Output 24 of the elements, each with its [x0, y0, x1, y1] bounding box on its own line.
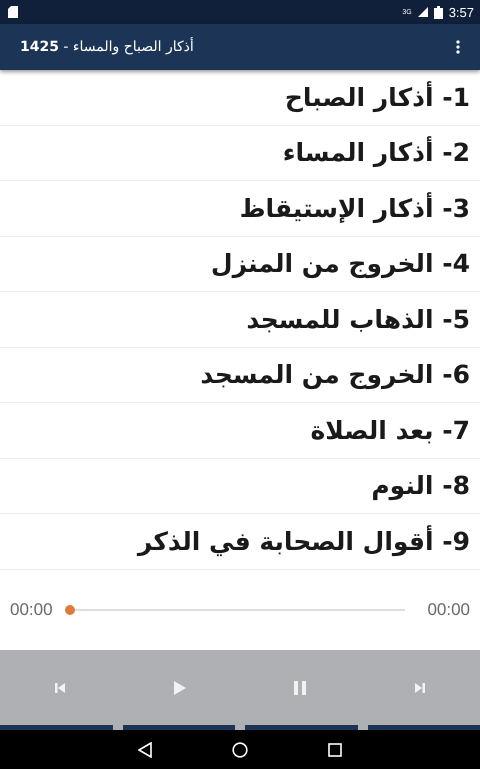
skip-next-icon	[414, 682, 426, 694]
seek-thumb[interactable]	[64, 605, 75, 615]
list-item[interactable]: 7- بعد الصلاة	[310, 416, 470, 445]
list-item[interactable]: 4- الخروج من المنزل	[210, 249, 470, 278]
recents-button[interactable]	[328, 742, 342, 756]
more-icon	[456, 40, 460, 54]
battery-icon	[434, 6, 443, 18]
duration-time: 00:00	[427, 600, 470, 620]
clock: 3:57	[448, 4, 474, 20]
list-item[interactable]: 2- أذكار المساء	[282, 138, 470, 168]
list-item[interactable]: 9- أقوال الصحابة في الذكر	[138, 526, 470, 556]
skip-previous-icon	[54, 682, 66, 694]
list-item[interactable]: 1- أذكار الصباح	[284, 82, 470, 112]
list-item[interactable]: 5- الذهاب للمسجد	[246, 304, 470, 334]
list-item[interactable]: 3- أذكار الإستيقاظ	[240, 194, 470, 223]
elapsed-time: 00:00	[10, 600, 53, 620]
list-item[interactable]: 6- الخروج من المسجد	[200, 360, 470, 390]
sd-card-icon	[8, 6, 18, 18]
play-icon	[173, 680, 187, 696]
home-button[interactable]	[232, 742, 248, 758]
list-item[interactable]: 8- النوم	[371, 471, 470, 500]
pause-icon	[293, 680, 307, 694]
back-button[interactable]	[138, 742, 152, 758]
signal-icon	[418, 7, 428, 17]
